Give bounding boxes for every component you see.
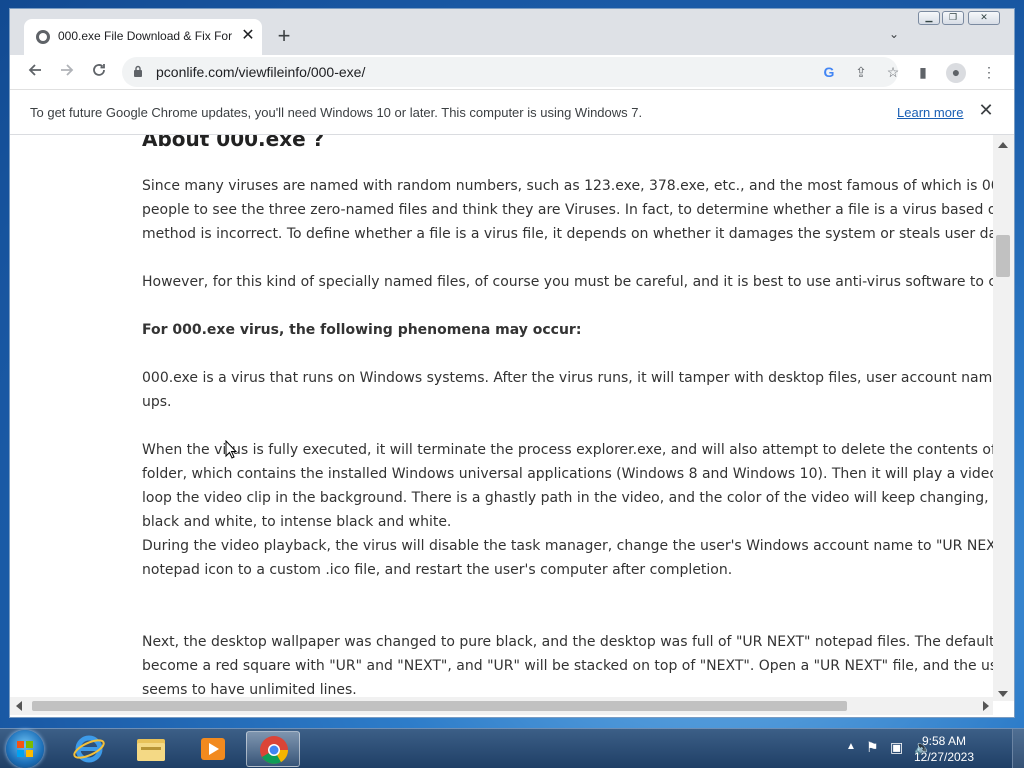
show-desktop-button[interactable]: [1012, 729, 1024, 768]
share-icon[interactable]: ⇪: [852, 63, 870, 81]
paragraph-line: However, for this kind of specially name…: [142, 274, 993, 290]
scroll-right-arrow-icon[interactable]: [983, 701, 989, 711]
reload-button[interactable]: [88, 61, 110, 83]
paragraph-line: notepad icon to a custom .ico file, and …: [142, 562, 733, 578]
clock[interactable]: 9:58 AM 12/27/2023: [894, 733, 994, 765]
clock-time: 9:58 AM: [921, 734, 967, 748]
start-button[interactable]: [6, 730, 44, 768]
paragraph-line: During the video playback, the virus wil…: [142, 538, 993, 554]
vertical-scroll-thumb[interactable]: [996, 235, 1010, 277]
internet-explorer-taskbar-button[interactable]: [62, 731, 116, 767]
back-button[interactable]: [24, 61, 46, 83]
reload-icon: [93, 64, 105, 76]
side-panel-icon[interactable]: ▮: [914, 63, 932, 81]
arrow-right-icon: [61, 64, 74, 76]
minimize-button[interactable]: ▁: [918, 11, 940, 25]
clock-date: 12/27/2023: [913, 750, 975, 764]
chrome-window: 000.exe File Download & Fix For ✕ + ⌄ ▁ …: [10, 9, 1014, 717]
article-heading: About 000.exe ?: [142, 135, 325, 151]
action-center-flag-icon[interactable]: ⚑: [866, 739, 879, 756]
google-chrome-taskbar-button[interactable]: [246, 731, 300, 767]
url-text: pconlife.com/viewfileinfo/000-exe/: [156, 64, 366, 80]
chrome-icon: [260, 736, 288, 764]
paragraph-line: black and white, to intense black and wh…: [142, 514, 452, 530]
browser-tab[interactable]: 000.exe File Download & Fix For ✕: [24, 19, 262, 55]
lock-icon: [134, 65, 142, 77]
globe-icon: [36, 30, 50, 44]
scroll-left-arrow-icon[interactable]: [16, 701, 22, 711]
scroll-down-arrow-icon[interactable]: [998, 691, 1008, 697]
paragraph-line: folder, which contains the installed Win…: [142, 466, 993, 482]
address-bar[interactable]: pconlife.com/viewfileinfo/000-exe/ G ⇪ ☆: [122, 57, 899, 87]
close-window-button[interactable]: ✕: [968, 11, 1000, 25]
tab-title: 000.exe File Download & Fix For: [58, 29, 233, 43]
media-player-taskbar-button[interactable]: [186, 731, 240, 767]
folder-icon: [137, 739, 165, 761]
paragraph-line: become a red square with "UR" and "NEXT"…: [142, 658, 993, 674]
maximize-button[interactable]: ❐: [942, 11, 964, 25]
taskbar: ▲ ⚑ ▣ 🔈 9:58 AM 12/27/2023: [0, 728, 1024, 768]
windows-logo-icon: [17, 741, 33, 757]
paragraph-line: loop the video clip in the background. T…: [142, 490, 993, 506]
internet-explorer-icon: [73, 735, 105, 763]
paragraph-line: Since many viruses are named with random…: [142, 178, 993, 194]
mouse-cursor-icon: [225, 440, 237, 459]
new-tab-button[interactable]: +: [272, 25, 296, 49]
section-subheading: For 000.exe virus, the following phenome…: [142, 322, 582, 338]
paragraph-line: seems to have unlimited lines.: [142, 682, 357, 698]
google-icon[interactable]: G: [820, 63, 838, 81]
bookmark-star-icon[interactable]: ☆: [884, 63, 902, 81]
horizontal-scrollbar[interactable]: [10, 697, 993, 715]
learn-more-link[interactable]: Learn more: [897, 105, 963, 120]
paragraph-line: people to see the three zero-named files…: [142, 202, 993, 218]
media-player-icon: [201, 738, 225, 760]
paragraph-line: method is incorrect. To define whether a…: [142, 226, 993, 242]
windows-explorer-taskbar-button[interactable]: [124, 731, 178, 767]
page-content: About 000.exe ? Since many viruses are n…: [10, 135, 993, 701]
vertical-scrollbar[interactable]: [993, 135, 1014, 701]
update-infobar: To get future Google Chrome updates, you…: [10, 89, 1014, 135]
infobar-close-icon[interactable]: ✕: [976, 100, 996, 121]
forward-button[interactable]: [56, 61, 78, 83]
arrow-left-icon: [28, 64, 41, 76]
tab-close-icon[interactable]: ✕: [238, 26, 258, 46]
infobar-message: To get future Google Chrome updates, you…: [30, 105, 643, 120]
tab-strip: 000.exe File Download & Fix For ✕ + ⌄ ▁ …: [10, 9, 1014, 55]
menu-kebab-icon[interactable]: ⋮: [980, 63, 998, 81]
chevron-down-icon[interactable]: ⌄: [884, 27, 904, 47]
paragraph-line: Next, the desktop wallpaper was changed …: [142, 634, 993, 650]
toolbar: pconlife.com/viewfileinfo/000-exe/ G ⇪ ☆…: [10, 55, 1014, 89]
scroll-up-arrow-icon[interactable]: [998, 142, 1008, 148]
horizontal-scroll-thumb[interactable]: [32, 701, 847, 711]
paragraph-line: ups.: [142, 394, 172, 410]
show-hidden-icons-icon[interactable]: ▲: [846, 741, 856, 752]
paragraph-line: 000.exe is a virus that runs on Windows …: [142, 370, 993, 386]
profile-avatar-icon[interactable]: ●: [946, 63, 966, 83]
paragraph-line: When the virus is fully executed, it wil…: [142, 442, 993, 458]
